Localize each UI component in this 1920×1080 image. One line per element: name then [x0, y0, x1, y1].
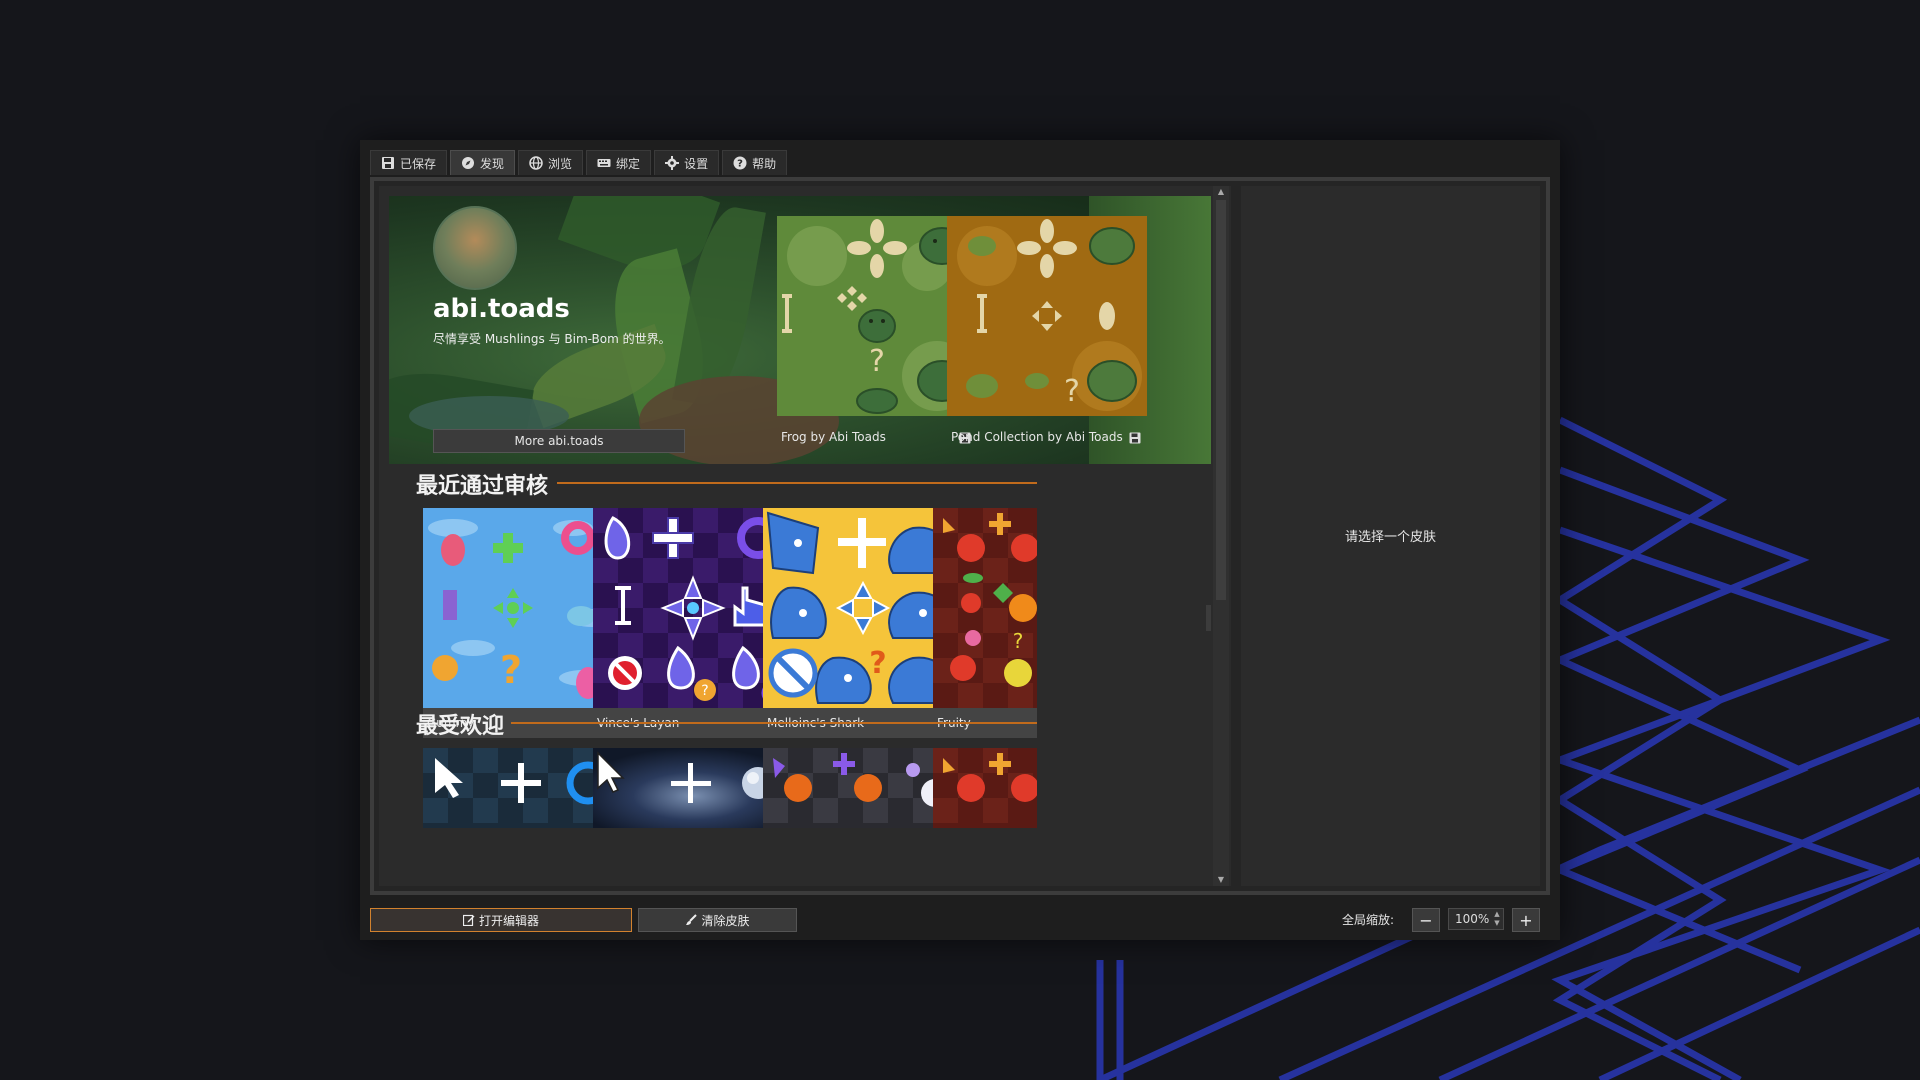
svg-text:?: ?	[1064, 374, 1080, 409]
save-icon	[382, 157, 394, 169]
tab-label: 绑定	[616, 156, 641, 171]
scroll-thumb[interactable]	[1216, 200, 1226, 600]
vertical-scrollbar[interactable]: ▲ ▼	[1213, 186, 1229, 886]
scroll-up-arrow[interactable]: ▲	[1214, 186, 1228, 198]
tab-label: 设置	[684, 156, 709, 171]
svg-text:?: ?	[869, 646, 886, 681]
clear-skin-label: 清除皮肤	[701, 913, 750, 928]
skin-card[interactable]	[933, 748, 1037, 828]
app-window: 已保存 发现 浏览 绑定 设置 ? 帮助 abi.toads 尽情享受 Mush…	[360, 140, 1560, 940]
tab-settings[interactable]: 设置	[654, 150, 720, 175]
section-title-popular: 最受欢迎	[416, 714, 505, 739]
section-divider	[557, 482, 1037, 484]
svg-text:?: ?	[869, 344, 885, 379]
tab-label: 已保存	[400, 156, 437, 171]
globe-icon	[529, 156, 543, 170]
open-editor-button[interactable]: 打开编辑器	[370, 908, 632, 932]
svg-text:?: ?	[701, 683, 708, 699]
brush-icon	[686, 914, 698, 925]
svg-text:?: ?	[1013, 629, 1024, 653]
skin-thumbnail: ?	[933, 508, 1037, 708]
zoom-spinner[interactable]: ▲ ▼	[1492, 910, 1502, 928]
tab-browse[interactable]: 浏览	[518, 150, 584, 175]
svg-text:?: ?	[737, 159, 743, 170]
svg-text:?: ?	[500, 648, 522, 692]
skin-card[interactable]: ? Fruity	[933, 508, 1037, 738]
tab-bindings[interactable]: 绑定	[586, 150, 652, 175]
tab-discover[interactable]: 发现	[450, 150, 516, 175]
carousel-next-button[interactable]: ›	[1206, 605, 1211, 631]
clear-skin-button[interactable]: 清除皮肤	[638, 908, 797, 932]
featured-creator-banner: abi.toads 尽情享受 Mushlings 与 Bim-Bom 的世界。 …	[389, 196, 1211, 464]
select-skin-message: 请选择一个皮肤	[1344, 530, 1436, 545]
global-zoom-label: 全局缩放:	[1342, 913, 1395, 927]
help-icon: ?	[733, 156, 747, 170]
gear-icon	[665, 156, 680, 170]
skin-detail-panel: 请选择一个皮肤	[1241, 186, 1540, 886]
zoom-out-button[interactable]: −	[1412, 908, 1440, 932]
discover-scroll-area[interactable]: abi.toads 尽情享受 Mushlings 与 Bim-Bom 的世界。 …	[379, 186, 1211, 886]
tab-label: 浏览	[548, 156, 573, 171]
section-divider	[511, 722, 1037, 724]
tab-help[interactable]: ? 帮助	[722, 150, 788, 175]
tab-label: 帮助	[752, 156, 777, 171]
tab-saved[interactable]: 已保存	[370, 150, 448, 175]
skin-thumbnail: ?	[947, 216, 1147, 416]
open-editor-label: 打开编辑器	[478, 913, 539, 928]
featured-skin-title: Pond Collection by Abi Toads	[951, 430, 1123, 444]
zoom-input[interactable]: 100% ▲ ▼	[1448, 908, 1504, 930]
more-creator-button[interactable]: More abi.toads	[433, 429, 685, 453]
zoom-in-button[interactable]: +	[1512, 908, 1540, 932]
section-title-recent: 最近通过审核	[416, 474, 549, 499]
compass-icon	[462, 157, 475, 169]
save-icon[interactable]	[1129, 432, 1141, 444]
tab-bar: 已保存 发现 浏览 绑定 设置 ? 帮助	[370, 150, 788, 176]
discover-panel: abi.toads 尽情享受 Mushlings 与 Bim-Bom 的世界。 …	[379, 186, 1231, 886]
creator-name: abi.toads	[433, 294, 570, 324]
creator-description: 尽情享受 Mushlings 与 Bim-Bom 的世界。	[433, 332, 671, 346]
zoom-value: 100%	[1455, 912, 1490, 926]
edit-icon	[462, 914, 475, 926]
scroll-down-arrow[interactable]: ▼	[1214, 874, 1228, 886]
skin-thumbnail	[933, 748, 1037, 828]
tab-label: 发现	[480, 156, 505, 171]
keyboard-icon	[597, 159, 611, 167]
featured-skin-card[interactable]: ? Pond Collection by Abi Toads	[947, 216, 1147, 458]
creator-avatar[interactable]	[433, 206, 517, 290]
content-frame: abi.toads 尽情享受 Mushlings 与 Bim-Bom 的世界。 …	[370, 177, 1550, 895]
